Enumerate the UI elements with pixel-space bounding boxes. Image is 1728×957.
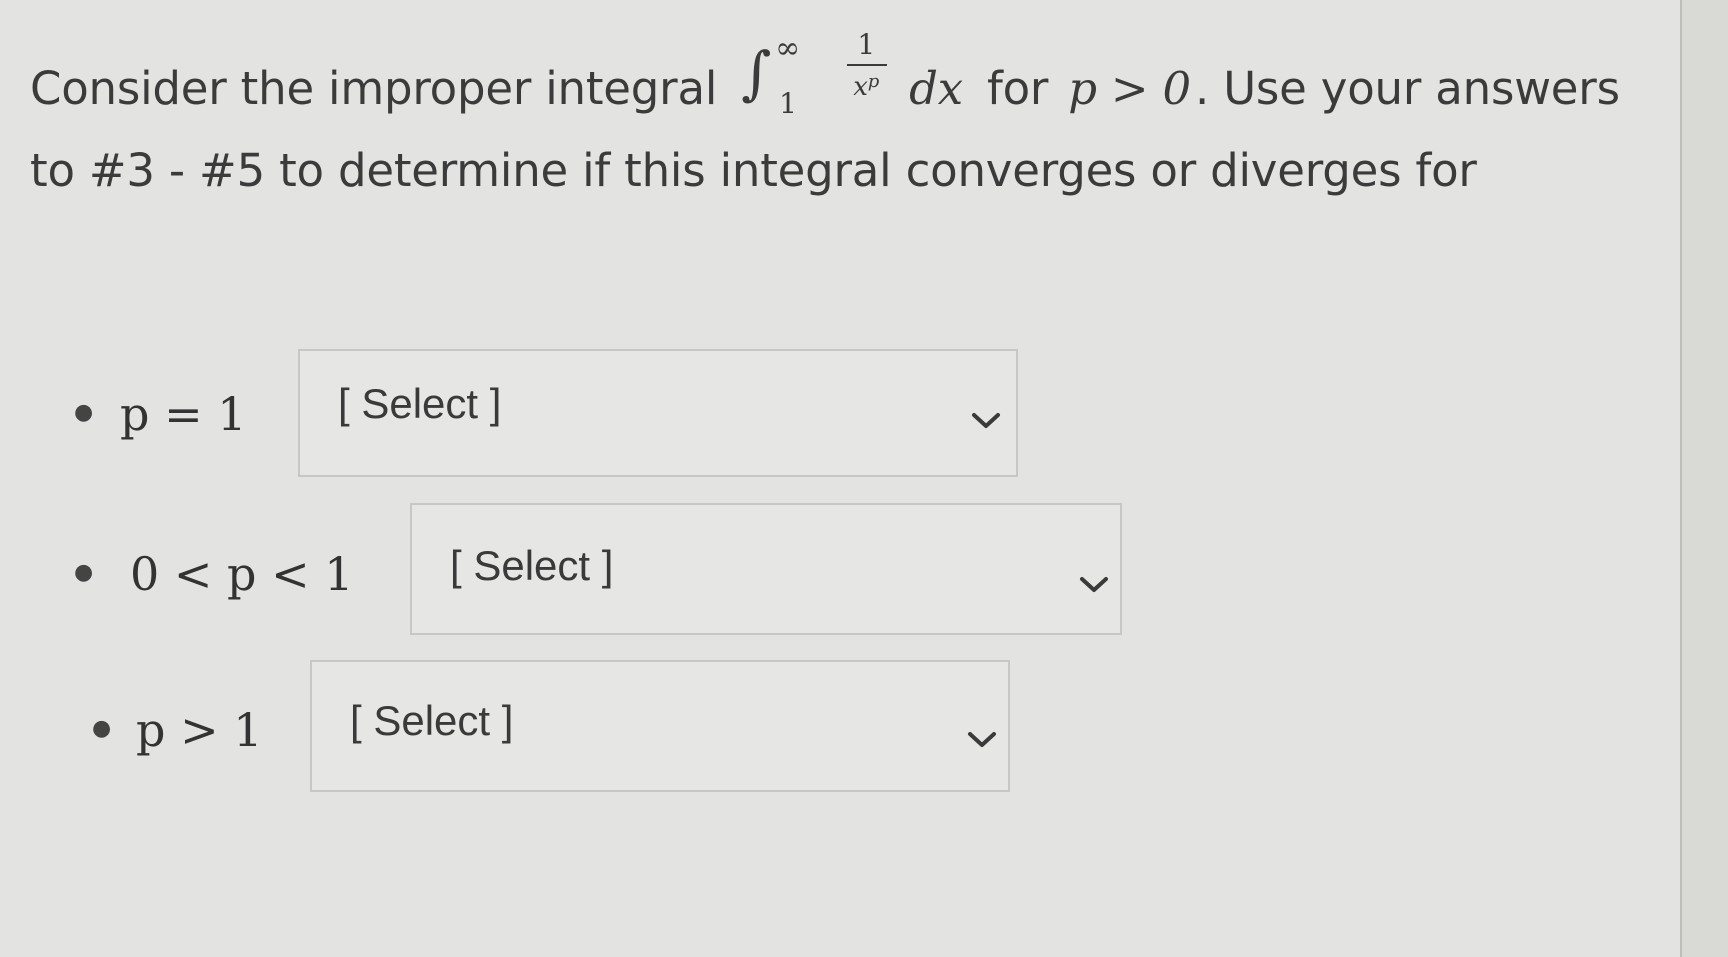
option-2-condition: 0 < p < 1 (130, 547, 354, 601)
option-1-select[interactable]: [ Select ] (298, 349, 1018, 477)
chevron-down-icon (1080, 577, 1108, 592)
fraction-bar (847, 64, 888, 66)
integrand-fraction: 1 xp (843, 30, 889, 110)
option-2-select-value: [ Select ] (450, 542, 614, 589)
option-3-select-value: [ Select ] (350, 697, 514, 744)
integral-sign: ∫ (741, 39, 772, 107)
option-2-select[interactable]: [ Select ] (410, 503, 1122, 635)
fraction-denominator: xp (853, 71, 880, 102)
prompt-for-word: for (986, 62, 1049, 115)
integral-upper-limit: ∞ (775, 31, 800, 66)
bullet-2: ● (74, 560, 94, 585)
differential: dx (909, 62, 963, 115)
option-3-condition: p > 1 (136, 703, 263, 757)
chevron-down-icon (972, 413, 1000, 428)
option-1-select-value: [ Select ] (338, 380, 502, 427)
prompt-intro: Consider the improper integral (30, 62, 718, 115)
question-prompt: Consider the improper integral ∫ ∞ 1 1 xp dx fo… (30, 30, 1670, 212)
integral-expression: ∫ ∞ 1 (741, 34, 833, 118)
option-1-condition: p = 1 (120, 387, 247, 441)
integral-lower-limit: 1 (779, 87, 797, 120)
bullet-1: ● (74, 400, 94, 425)
question-panel: Consider the improper integral ∫ ∞ 1 1 xp dx fo… (0, 0, 1682, 957)
bullet-3: ● (92, 716, 112, 741)
option-3-select[interactable]: [ Select ] (310, 660, 1010, 792)
fraction-numerator: 1 (857, 28, 875, 61)
prompt-condition: p > 0 (1068, 62, 1191, 115)
chevron-down-icon (968, 732, 996, 747)
